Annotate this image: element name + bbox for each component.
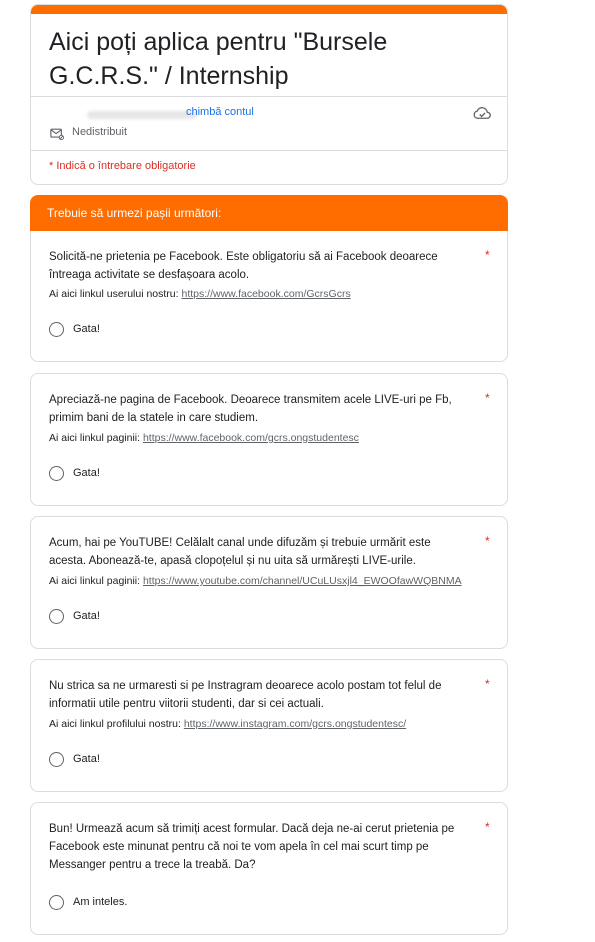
- section-title: Trebuie să urmezi pașii următori:: [47, 206, 222, 220]
- switch-account-link[interactable]: chimbă contul: [186, 106, 254, 118]
- required-asterisk: *: [485, 820, 490, 834]
- form-title: Aici poți aplica pentru "Bursele G.C.R.S…: [49, 28, 388, 90]
- question-text: Acum, hai pe YouTUBE! Celălalt canal und…: [49, 537, 431, 567]
- question-text: Nu strica sa ne urmaresti si pe Instragr…: [49, 680, 442, 710]
- required-note: * Indică o întrebare obligatorie: [49, 160, 196, 172]
- radio-option-label: Gata!: [73, 753, 100, 765]
- radio-option-label: Gata!: [73, 610, 100, 622]
- divider: [31, 150, 507, 151]
- account-email-redacted: [87, 111, 197, 119]
- question-card: Solicită-ne prietenia pe Facebook. Este …: [30, 231, 508, 362]
- question-text: Apreciază-ne pagina de Facebook. Deoarec…: [49, 394, 452, 424]
- radio-button[interactable]: [49, 609, 64, 624]
- required-asterisk: *: [485, 677, 490, 691]
- cloud-saved-icon: [473, 107, 491, 119]
- divider: [31, 96, 507, 97]
- unshared-mail-icon: [50, 128, 64, 140]
- link-prefix: Ai aici linkul userului nostru:: [49, 288, 182, 300]
- radio-option-label: Gata!: [73, 467, 100, 479]
- facebook-page-link[interactable]: https://www.facebook.com/gcrs.ongstudent…: [143, 432, 359, 444]
- link-prefix: Ai aici linkul paginii:: [49, 432, 143, 444]
- radio-button[interactable]: [49, 322, 64, 337]
- instagram-profile-link[interactable]: https://www.instagram.com/gcrs.ongstuden…: [184, 718, 406, 730]
- question-card: Bun! Urmează acum să trimiți acest formu…: [30, 802, 508, 935]
- radio-button[interactable]: [49, 752, 64, 767]
- question-link-line: Ai aici linkul profilului nostru: https:…: [49, 718, 406, 730]
- form-header-card: Aici poți aplica pentru "Bursele G.C.R.S…: [30, 4, 508, 185]
- question-card: Apreciază-ne pagina de Facebook. Deoarec…: [30, 373, 508, 506]
- radio-option-label: Am inteles.: [73, 896, 128, 908]
- question-link-line: Ai aici linkul paginii: https://www.face…: [49, 432, 359, 444]
- radio-button[interactable]: [49, 466, 64, 481]
- link-prefix: Ai aici linkul profilului nostru:: [49, 718, 184, 730]
- radio-button[interactable]: [49, 895, 64, 910]
- question-text: Bun! Urmează acum să trimiți acest formu…: [49, 823, 455, 871]
- facebook-user-link[interactable]: https://www.facebook.com/GcrsGcrs: [181, 288, 350, 300]
- youtube-channel-link[interactable]: https://www.youtube.com/channel/UCuLUsxj…: [143, 575, 462, 587]
- section-header: Trebuie să urmezi pașii următori:: [30, 195, 508, 232]
- unshared-label: Nedistribuit: [72, 126, 128, 138]
- question-link-line: Ai aici linkul userului nostru: https://…: [49, 288, 351, 300]
- link-prefix: Ai aici linkul paginii:: [49, 575, 143, 587]
- header-accent-bar: [31, 5, 507, 14]
- question-text: Solicită-ne prietenia pe Facebook. Este …: [49, 251, 438, 281]
- question-link-line: Ai aici linkul paginii: https://www.yout…: [49, 575, 462, 587]
- question-card: Acum, hai pe YouTUBE! Celălalt canal und…: [30, 516, 508, 649]
- required-asterisk: *: [485, 391, 490, 405]
- required-asterisk: *: [485, 248, 490, 262]
- radio-option-label: Gata!: [73, 323, 100, 335]
- required-asterisk: *: [485, 534, 490, 548]
- question-card: Nu strica sa ne urmaresti si pe Instragr…: [30, 659, 508, 792]
